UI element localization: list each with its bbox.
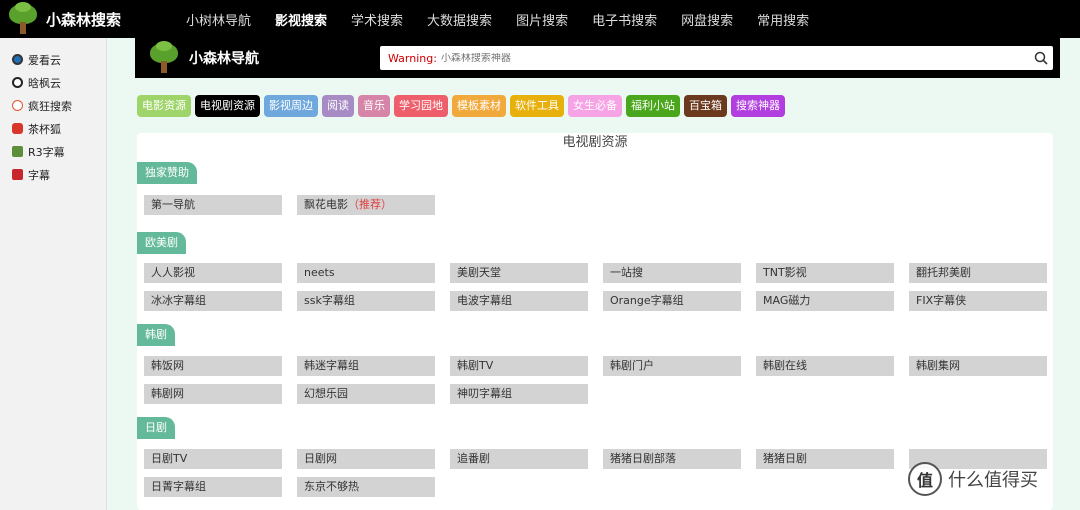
tab-reading[interactable]: 阅读 [322,95,354,117]
link-item[interactable]: 韩剧在线 [756,356,894,376]
watermark-text: 什么值得买 [948,470,1038,491]
panel-title: 电视剧资源 [562,135,628,150]
top-nav: 小森林搜索 小树林导航 影视搜索 学术搜索 大数据搜索 图片搜索 电子书搜索 网… [0,0,1080,38]
link-item[interactable]: 日剧网 [297,449,435,469]
link-item[interactable]: 韩剧网 [144,384,282,404]
category-tabs: 电影资源 电视剧资源 影视周边 阅读 音乐 学习园地 模板素材 软件工具 女生必… [137,95,789,117]
brand[interactable]: 小森林搜索 [0,2,160,36]
tab-search-tools[interactable]: 搜索神器 [731,95,785,117]
tab-movie-resources[interactable]: 电影资源 [137,95,191,117]
watermark-badge-icon: 值 [908,462,942,496]
link-item[interactable]: 第一导航 [144,195,282,215]
sidebar-item-r3-subtitle[interactable]: R3字幕 [0,140,106,163]
sidebar-item-crazy-search[interactable]: 疯狂搜索 [0,94,106,117]
tab-templates[interactable]: 模板素材 [452,95,506,117]
nav-item-image-search[interactable]: 图片搜索 [504,10,580,29]
subtitle-icon [12,169,23,180]
search-input[interactable] [440,52,1029,64]
search-e-icon [12,100,23,111]
section-label: 日剧 [137,417,175,439]
play-circle-icon [12,77,23,88]
link-item[interactable]: 猪猪日剧 [756,449,894,469]
link-item[interactable]: 一站搜 [603,263,741,283]
link-item[interactable]: 美剧天堂 [450,263,588,283]
tab-girls-essentials[interactable]: 女生必备 [568,95,622,117]
main-panel: 电视剧资源 独家赞助 第一导航 飘花电影（推荐） 欧美剧 人人影视 neets … [137,133,1053,510]
nav-item-forest-nav[interactable]: 小树林导航 [174,10,263,29]
tab-film-related[interactable]: 影视周边 [264,95,318,117]
section-label: 欧美剧 [137,232,186,254]
link-item[interactable]: 追番剧 [450,449,588,469]
sidebar-item-label: R3字幕 [28,145,65,159]
link-item[interactable]: 韩剧门户 [603,356,741,376]
cup-fox-icon [12,123,23,134]
link-item[interactable]: 飘花电影（推荐） [297,195,435,215]
sidebar-item-hanfengyun[interactable]: 晗枫云 [0,71,106,94]
sidebar-item-cupfox[interactable]: 茶杯狐 [0,117,106,140]
watermark: 值 什么值得买 [908,462,1038,496]
sidebar-item-subtitle[interactable]: 字幕 [0,163,106,186]
link-item[interactable]: TNT影视 [756,263,894,283]
video-play-icon [12,54,23,65]
sidebar-item-aikanyun[interactable]: 爱看云 [0,48,106,71]
sub-header-title: 小森林导航 [189,51,259,67]
link-item[interactable]: FIX字幕侠 [909,291,1047,311]
sidebar-item-label: 疯狂搜索 [28,99,72,113]
tab-treasure-box[interactable]: 百宝箱 [684,95,727,117]
nav-item-video-search[interactable]: 影视搜索 [263,10,339,29]
subtitle-r3-icon [12,146,23,157]
recommend-note: （推荐） [348,198,392,211]
link-item[interactable]: neets [297,263,435,283]
tab-learning[interactable]: 学习园地 [394,95,448,117]
search-box: Warning: [380,46,1053,70]
link-item[interactable]: 韩剧集网 [909,356,1047,376]
link-item[interactable]: 韩饭网 [144,356,282,376]
nav-item-bigdata-search[interactable]: 大数据搜索 [415,10,504,29]
nav-item-netdisk-search[interactable]: 网盘搜索 [669,10,745,29]
sidebar-item-label: 字幕 [28,168,50,182]
link-item[interactable]: 日剧TV [144,449,282,469]
nav-item-common-search[interactable]: 常用搜索 [745,10,821,29]
link-item[interactable]: ssk字幕组 [297,291,435,311]
link-item[interactable]: MAG磁力 [756,291,894,311]
link-item[interactable]: 猪猪日剧部落 [603,449,741,469]
link-item[interactable]: 东京不够热 [297,477,435,497]
link-item[interactable]: 翻托邦美剧 [909,263,1047,283]
section-western: 欧美剧 人人影视 neets 美剧天堂 一站搜 TNT影视 翻托邦美剧 冰冰字幕… [137,232,1053,319]
tab-software-tools[interactable]: 软件工具 [510,95,564,117]
nav-item-academic-search[interactable]: 学术搜索 [339,10,415,29]
section-korean: 韩剧 韩饭网 韩迷字幕组 韩剧TV 韩剧门户 韩剧在线 韩剧集网 韩剧网 幻想乐… [137,324,1053,412]
section-label: 韩剧 [137,324,175,346]
tab-tv-resources[interactable]: 电视剧资源 [195,95,260,117]
tree-logo-icon [147,41,181,75]
link-item[interactable]: 韩迷字幕组 [297,356,435,376]
link-item[interactable]: 电波字幕组 [450,291,588,311]
brand-title: 小森林搜索 [46,10,122,29]
section-exclusive: 独家赞助 第一导航 飘花电影（推荐） [137,162,1053,223]
nav-items: 小树林导航 影视搜索 学术搜索 大数据搜索 图片搜索 电子书搜索 网盘搜索 常用… [174,10,821,29]
link-item[interactable]: 人人影视 [144,263,282,283]
sidebar-item-label: 爱看云 [28,53,61,67]
search-icon[interactable] [1029,46,1053,70]
section-label: 独家赞助 [137,162,197,184]
link-item[interactable]: 神叨字幕组 [450,384,588,404]
link-item[interactable]: 韩剧TV [450,356,588,376]
tab-music[interactable]: 音乐 [358,95,390,117]
sidebar: 爱看云 晗枫云 疯狂搜索 茶杯狐 R3字幕 字幕 [0,38,107,510]
sidebar-item-label: 晗枫云 [28,76,61,90]
tree-logo-icon [6,2,40,36]
link-item[interactable]: 幻想乐园 [297,384,435,404]
link-item[interactable]: 日菁字幕组 [144,477,282,497]
nav-item-ebook-search[interactable]: 电子书搜索 [580,10,669,29]
sidebar-item-label: 茶杯狐 [28,122,61,136]
search-warning: Warning: [388,51,437,65]
link-item[interactable]: 冰冰字幕组 [144,291,282,311]
tab-welfare[interactable]: 福利小站 [626,95,680,117]
sub-header: 小森林导航 Warning: [135,38,1060,78]
link-item[interactable]: Orange字幕组 [603,291,741,311]
